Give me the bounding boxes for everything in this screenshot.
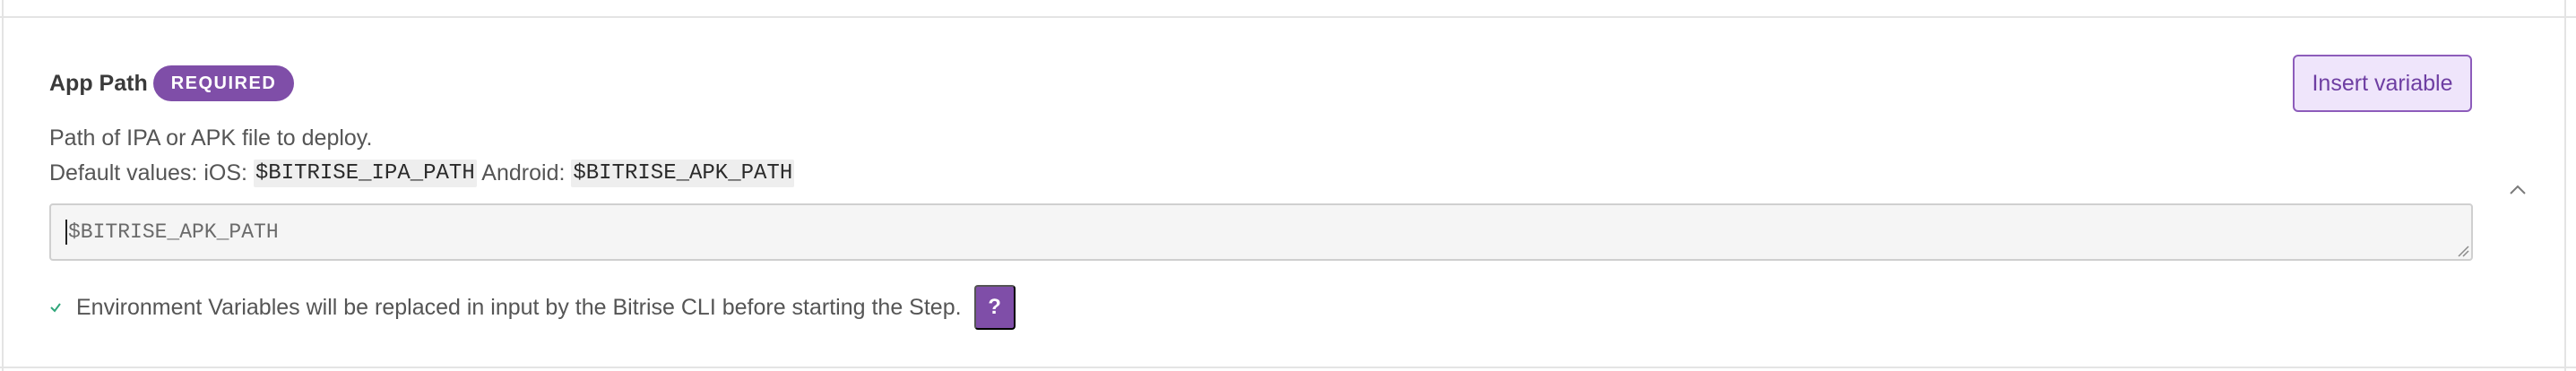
android-default-value: $BITRISE_APK_PATH [571, 160, 795, 187]
check-icon [50, 303, 61, 313]
previous-section-divider [0, 0, 2576, 18]
panel-right-border [2564, 0, 2566, 371]
help-button[interactable]: ? [973, 285, 1016, 330]
resize-handle-icon[interactable] [2457, 245, 2469, 257]
field-description: Path of IPA or APK file to deploy. [49, 125, 373, 151]
text-caret [65, 220, 67, 245]
field-header: App Path REQUIRED [49, 65, 295, 102]
default-values: Default values: iOS: $BITRISE_IPA_PATH A… [49, 160, 795, 187]
field-label: App Path [49, 70, 148, 96]
panel-left-border [2, 0, 4, 371]
section-divider [0, 367, 2576, 368]
env-variable-note: Environment Variables will be replaced i… [49, 285, 1016, 330]
env-note-text: Environment Variables will be replaced i… [76, 294, 962, 320]
android-label: Android: [476, 160, 572, 186]
ios-default-value: $BITRISE_IPA_PATH [253, 160, 477, 187]
insert-variable-button[interactable]: Insert variable [2293, 55, 2472, 112]
app-path-input-value[interactable]: $BITRISE_APK_PATH [68, 220, 279, 244]
default-values-prefix: Default values: iOS: [49, 160, 254, 186]
app-path-input[interactable]: $BITRISE_APK_PATH [49, 203, 2473, 261]
required-badge: REQUIRED [152, 65, 295, 101]
chevron-up-icon[interactable] [2507, 179, 2528, 201]
